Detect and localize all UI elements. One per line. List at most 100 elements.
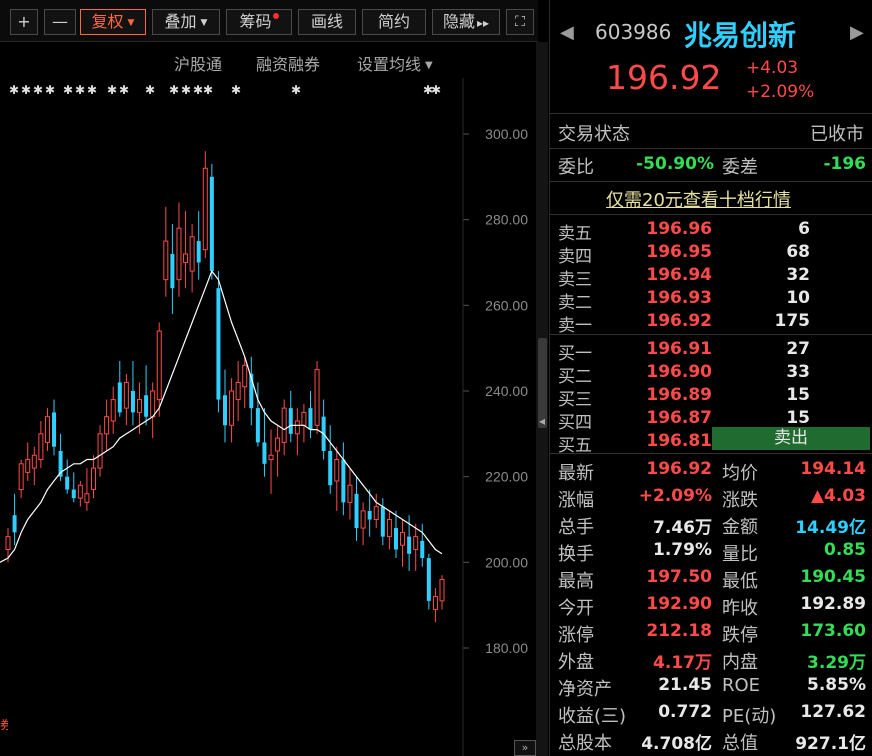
stock-app-window: + — 复权 ▼ 叠加 ▼ 筹码 画线 简约 隐藏 ▸▸ ⛶ 沪股通 融资融券 设置均… xyxy=(0,0,872,756)
event-marker-icon[interactable]: ✱ xyxy=(181,83,191,97)
stat-label: 金额 xyxy=(722,517,758,538)
sell-button[interactable]: 卖出 xyxy=(712,427,870,450)
event-marker-icon[interactable]: ✱ xyxy=(21,83,31,97)
candle-body xyxy=(354,493,359,529)
candle-body xyxy=(183,253,189,264)
event-marker-icon[interactable]: ✱ xyxy=(169,83,179,97)
ask-level-label: 卖五 xyxy=(558,224,592,244)
bid-level-volume: 15 xyxy=(786,408,810,428)
price-change: +4.03 xyxy=(746,58,799,78)
candle-body xyxy=(156,330,162,401)
candle-body xyxy=(255,408,260,443)
bid-level-label: 买四 xyxy=(558,413,592,433)
candle-body xyxy=(97,433,103,469)
divider xyxy=(550,334,872,335)
event-marker-icon[interactable]: ✱ xyxy=(193,83,203,97)
y-tick-label: 300.00 xyxy=(485,126,528,142)
event-marker-icon[interactable]: ✱ xyxy=(203,83,213,97)
ask-level-volume: 68 xyxy=(786,242,810,262)
candlestick-series xyxy=(5,151,445,623)
candle-body xyxy=(216,288,221,400)
ask-level-price[interactable]: 196.94 xyxy=(646,265,712,285)
candle-body xyxy=(77,484,83,499)
weicha-value: -196 xyxy=(823,154,866,174)
candle-body xyxy=(5,536,11,550)
stat-label: 内盘 xyxy=(722,652,758,673)
candle-body xyxy=(341,459,346,503)
candle-body xyxy=(275,437,281,452)
candle-body xyxy=(202,167,208,251)
next-stock-icon[interactable]: ▶ xyxy=(850,22,864,43)
candle-body xyxy=(229,390,235,426)
event-marker-icon[interactable]: ✱ xyxy=(75,83,85,97)
stat-value: +2.09% xyxy=(638,486,712,506)
ask-level-volume: 10 xyxy=(786,288,810,308)
stat-value: 3.29万 xyxy=(807,653,866,673)
candle-body xyxy=(18,463,24,491)
candle-body xyxy=(347,484,353,503)
candle-body xyxy=(144,395,149,417)
stat-label: 昨收 xyxy=(722,598,758,619)
divider xyxy=(550,181,872,182)
event-marker-icon[interactable]: ✱ xyxy=(9,83,19,97)
stat-label: 最新 xyxy=(558,463,594,484)
event-marker-icon[interactable]: ✱ xyxy=(119,83,129,97)
stat-label: 总值 xyxy=(722,733,758,754)
kline-chart-panel: + — 复权 ▼ 叠加 ▼ 筹码 画线 简约 隐藏 ▸▸ ⛶ 沪股通 融资融券 设置均… xyxy=(0,0,538,756)
ask-level-label: 卖一 xyxy=(558,316,592,336)
divider xyxy=(550,214,872,215)
event-markers: ✱ ✱ ✱ ✱ ✱ ✱ ✱ ✱ ✱ ✱ ✱ ✱ ✱ ✱ ✱ ✱ ✱✱ xyxy=(9,83,441,97)
candle-body xyxy=(84,493,90,503)
candle-body xyxy=(163,240,169,281)
candle-body xyxy=(426,558,431,601)
ask-level-price[interactable]: 196.96 xyxy=(646,219,712,239)
candle-body xyxy=(52,412,57,447)
candle-body xyxy=(420,540,425,559)
candle-body xyxy=(314,369,320,426)
bid-level-volume: 15 xyxy=(786,385,810,405)
candle-body xyxy=(400,531,406,546)
expand-button[interactable]: » xyxy=(514,740,536,756)
ask-level-price[interactable]: 196.95 xyxy=(646,242,712,262)
candle-body xyxy=(25,459,31,473)
bid-level-price[interactable]: 196.81 xyxy=(646,431,712,451)
kline-chart[interactable]: ✱ ✱ ✱ ✱ ✱ ✱ ✱ ✱ ✱ ✱ ✱ ✱ ✱ ✱ ✱ ✱ ✱✱ 300.00 280.00 260.00 240… xyxy=(0,0,536,756)
bid-level-price[interactable]: 196.89 xyxy=(646,385,712,405)
weibi-label: 委比 xyxy=(558,157,594,178)
candle-body xyxy=(110,399,116,422)
stat-value: 0.85 xyxy=(824,540,866,560)
candle-body xyxy=(288,408,293,434)
candle-body xyxy=(71,489,76,499)
event-marker-icon[interactable]: ✱ xyxy=(107,83,117,97)
event-marker-icon[interactable]: ✱ xyxy=(291,83,301,97)
candle-body xyxy=(65,476,70,490)
ask-level-price[interactable]: 196.92 xyxy=(646,311,712,331)
ask-level-price[interactable]: 196.93 xyxy=(646,288,712,308)
prev-stock-icon[interactable]: ◀ xyxy=(560,22,574,43)
candle-body xyxy=(31,454,37,469)
event-marker-icon[interactable]: ✱ xyxy=(231,83,241,97)
event-marker-icon[interactable]: ✱ xyxy=(87,83,97,97)
stat-label: 换手 xyxy=(558,544,594,565)
bid-level-price[interactable]: 196.87 xyxy=(646,408,712,428)
candle-body xyxy=(328,450,333,486)
collapse-arrow-icon[interactable]: ◂ xyxy=(537,408,547,434)
event-marker-icon[interactable]: ✱ xyxy=(45,83,55,97)
stat-label: 收益(三) xyxy=(558,706,627,727)
bid-level-price[interactable]: 196.91 xyxy=(646,339,712,359)
event-marker-icon[interactable]: ✱ xyxy=(33,83,43,97)
event-marker-icon[interactable]: ✱ xyxy=(145,83,155,97)
stat-label: PE(动) xyxy=(722,706,777,727)
bid-level-price[interactable]: 196.90 xyxy=(646,362,712,382)
candle-body xyxy=(281,407,287,443)
event-marker-icon[interactable]: ✱ xyxy=(63,83,73,97)
stat-value: 1.79% xyxy=(653,540,712,560)
candle-body xyxy=(12,515,17,533)
candle-body xyxy=(373,506,379,520)
level2-promo-link[interactable]: 仅需20元查看十档行情 xyxy=(606,186,791,212)
candle-body xyxy=(386,519,392,538)
y-tick-label: 240.00 xyxy=(485,383,528,399)
event-marker-icon[interactable]: ✱ xyxy=(431,83,441,97)
candle-body xyxy=(432,596,438,610)
stat-value: 7.46万 xyxy=(653,518,712,538)
